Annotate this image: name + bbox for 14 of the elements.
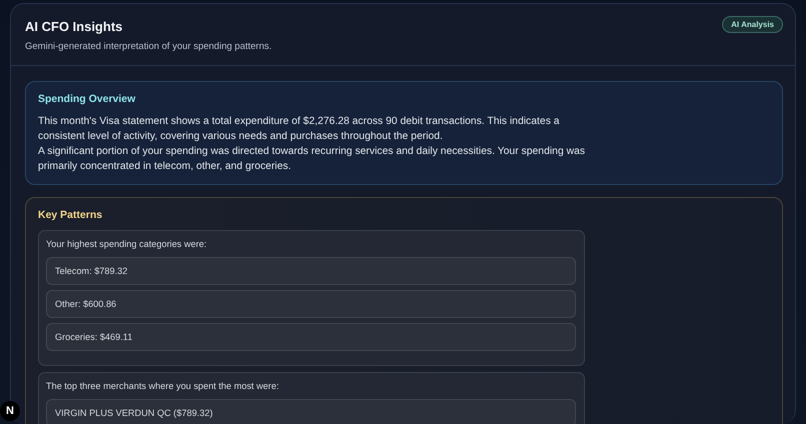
section-title: Spending Overview xyxy=(38,93,136,105)
panel-title: AI CFO Insights xyxy=(25,19,124,34)
dev-badge[interactable]: N xyxy=(0,401,20,421)
pattern-item: VIRGIN PLUS VERDUN QC ($789.32) xyxy=(46,399,576,424)
overview-paragraph: A significant portion of your spending was directed towards recurring services and daily necessities. Your spending was primarily concentrated in telecom, other, and groceries. xyxy=(38,145,586,174)
group-intro: Your highest spending categories were: xyxy=(46,239,208,249)
overview-paragraph: This month's Visa statement shows a total expenditure of $2,276.28 across 90 debit transactions. This indicates a consistent level of activity, covering various needs and purchases throughout the period. xyxy=(38,115,560,144)
pattern-item: Other: $600.86 xyxy=(46,290,576,318)
analysis-badge: AI Analysis xyxy=(722,16,783,33)
pattern-item: Groceries: $469.11 xyxy=(46,323,576,351)
pattern-item: Telecom: $789.32 xyxy=(46,257,576,285)
group-intro: The top three merchants where you spent the most were: xyxy=(46,381,280,391)
panel-subtitle: Gemini-generated interpretation of your spending patterns. xyxy=(25,41,272,52)
section-title: Key Patterns xyxy=(38,209,104,221)
